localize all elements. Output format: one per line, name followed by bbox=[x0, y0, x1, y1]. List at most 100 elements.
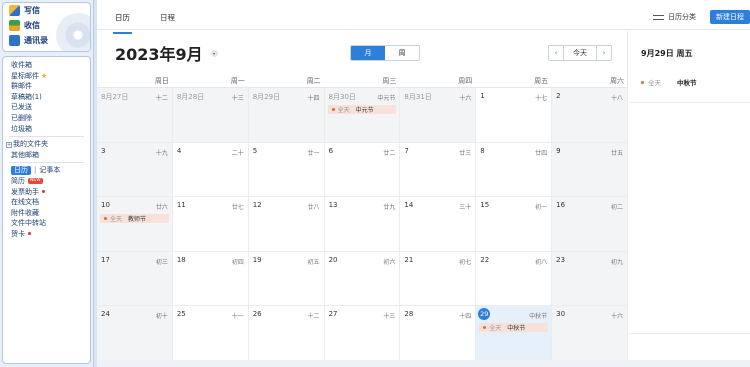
lunar-date: 二十 bbox=[231, 149, 244, 157]
app-resume[interactable]: 简历 NEW bbox=[3, 176, 90, 187]
calendar-event[interactable]: 全天 中秋节 bbox=[479, 323, 549, 333]
notes-link[interactable]: 记事本 bbox=[39, 165, 60, 176]
day-number: 28 bbox=[404, 310, 414, 319]
view-month-button[interactable]: 月 bbox=[351, 46, 385, 60]
day-cell[interactable]: 2 十八 bbox=[552, 88, 628, 143]
day-cell[interactable]: 26 十二 bbox=[248, 306, 325, 361]
day-cell[interactable]: 10 廿六 全天 教师节 bbox=[97, 197, 173, 252]
lunar-date: 十二 bbox=[155, 95, 168, 102]
lunar-date: 初五 bbox=[307, 258, 320, 266]
weekday-label: 周日 bbox=[154, 77, 169, 85]
folder-spam[interactable]: 垃圾箱 bbox=[3, 124, 90, 135]
lunar-date: 廿三 bbox=[459, 149, 472, 157]
other-mailboxes[interactable]: 其他邮箱 bbox=[3, 150, 90, 161]
view-toggle: 月 周 bbox=[350, 45, 420, 61]
day-cell[interactable]: 8月30日 中元节 全天 中元节 bbox=[324, 88, 401, 143]
contacts-icon bbox=[9, 35, 20, 46]
tab-schedule[interactable]: 日程 bbox=[160, 12, 175, 23]
day-cell[interactable]: 1 十七 bbox=[476, 88, 553, 143]
folder-inbox[interactable]: 收件箱 bbox=[3, 60, 90, 71]
contacts-label: 通讯录 bbox=[24, 36, 48, 45]
calendar-event[interactable]: 全天 中元节 bbox=[327, 105, 397, 114]
my-folders[interactable]: + 我的文件夹 bbox=[3, 139, 90, 150]
event-dot bbox=[483, 326, 487, 330]
prev-month-button[interactable]: ‹ bbox=[549, 46, 563, 60]
day-cell[interactable]: 3 十九 bbox=[97, 142, 173, 198]
calendar-category-button[interactable]: 日历分类 bbox=[653, 12, 696, 22]
day-cell[interactable]: 5 廿一 bbox=[248, 142, 325, 198]
day-number: 30 bbox=[556, 310, 566, 319]
app-online-docs[interactable]: 在线文档 bbox=[3, 197, 90, 208]
day-cell[interactable]: 15 初一 bbox=[476, 197, 553, 252]
day-cell[interactable]: 27 十三 bbox=[324, 306, 401, 361]
view-week-button[interactable]: 周 bbox=[385, 46, 419, 60]
day-cell[interactable]: 23 初九 bbox=[552, 251, 628, 307]
app-attachments[interactable]: 附件收藏 bbox=[3, 208, 90, 219]
folder-label: 已发送 bbox=[11, 103, 32, 112]
day-cell[interactable]: 6 廿二 bbox=[324, 142, 401, 198]
folder-label: 我的文件夹 bbox=[13, 140, 48, 149]
lunar-date: 十三 bbox=[383, 313, 396, 321]
calendar-event[interactable]: 全天 教师节 bbox=[100, 214, 169, 224]
month-grid: 8月27日 十二 8月28日 十三 8月29日 十四 8月30日 中元节 全天 中元节 8月31日十… bbox=[97, 87, 628, 361]
allday-label: 全天 bbox=[110, 216, 123, 224]
lunar-date: 初四 bbox=[231, 258, 244, 266]
day-cell[interactable]: 21 初七 bbox=[400, 251, 477, 307]
day-number: 21 bbox=[404, 255, 414, 264]
folder-sent[interactable]: 已发送 bbox=[3, 102, 90, 113]
day-cell[interactable]: 8月31日 十六 bbox=[400, 88, 477, 143]
day-cell-today[interactable]: 29 中秋节 全天 中秋节 bbox=[476, 306, 553, 361]
app-greeting-card[interactable]: 贺卡 bbox=[3, 229, 90, 240]
day-cell[interactable]: 8 廿四 bbox=[476, 142, 553, 198]
lunar-date: 初七 bbox=[459, 258, 472, 266]
app-invoice[interactable]: 发票助手 bbox=[3, 187, 90, 198]
folder-drafts[interactable]: 草稿箱(1) bbox=[3, 92, 90, 103]
side-event[interactable]: 全天 中秋节 bbox=[641, 77, 697, 87]
day-cell[interactable]: 8月27日 十二 bbox=[97, 88, 173, 143]
next-month-button[interactable]: › bbox=[597, 46, 611, 60]
day-cell[interactable]: 19 初五 bbox=[248, 251, 325, 307]
day-cell[interactable]: 8月28日 十三 bbox=[172, 88, 249, 143]
lunar-date: 廿七 bbox=[231, 204, 244, 212]
lunar-date: 初十 bbox=[155, 313, 168, 321]
lunar-date: 中秋节 bbox=[529, 313, 548, 321]
expand-icon[interactable]: + bbox=[6, 142, 12, 149]
day-cell[interactable]: 12 廿八 bbox=[248, 197, 325, 252]
folder-label: 收件箱 bbox=[11, 61, 32, 69]
lunar-date: 十四 bbox=[459, 313, 472, 321]
day-cell[interactable]: 30 十六 bbox=[552, 306, 628, 361]
day-cell[interactable]: 7 廿三 bbox=[400, 142, 477, 198]
day-number: 27 bbox=[328, 310, 338, 319]
day-cell[interactable]: 24 初十 bbox=[97, 306, 173, 361]
app-label: 在线文档 bbox=[11, 198, 39, 207]
day-cell[interactable]: 4 二十 bbox=[172, 142, 249, 198]
day-cell[interactable]: 16 初二 bbox=[552, 197, 628, 252]
folder-group-mail[interactable]: 群邮件 bbox=[3, 81, 90, 92]
folder-deleted[interactable]: 已删除 bbox=[3, 113, 90, 124]
day-cell[interactable]: 28 十四 bbox=[400, 306, 477, 361]
calendar-link[interactable]: 日历 bbox=[11, 166, 31, 176]
day-cell[interactable]: 8月29日 十四 bbox=[248, 88, 325, 143]
day-cell[interactable]: 17 初三 bbox=[97, 251, 173, 307]
tab-calendar[interactable]: 日历 bbox=[113, 12, 132, 34]
horizontal-scrollbar[interactable] bbox=[97, 360, 750, 367]
day-cell[interactable]: 18 初四 bbox=[172, 251, 249, 307]
lunar-date: 十二 bbox=[307, 313, 320, 321]
day-cell[interactable]: 25 十一 bbox=[172, 306, 249, 361]
folder-starred[interactable]: 星标邮件 ★ bbox=[3, 71, 90, 82]
day-number: 8月29日 bbox=[252, 93, 281, 101]
day-cell[interactable]: 22 初八 bbox=[476, 251, 553, 307]
day-cell[interactable]: 9 廿五 bbox=[552, 142, 628, 198]
new-event-button[interactable]: 新建日程 bbox=[710, 10, 750, 24]
day-cell[interactable]: 14 三十 bbox=[400, 197, 477, 252]
receive-label: 收信 bbox=[24, 21, 40, 30]
event-dot bbox=[331, 108, 335, 111]
day-number: 17 bbox=[101, 255, 110, 264]
day-number: 11 bbox=[176, 201, 186, 210]
today-button[interactable]: 今天 bbox=[563, 46, 597, 60]
day-cell[interactable]: 20 初六 bbox=[324, 251, 401, 307]
app-file-transfer[interactable]: 文件中转站 bbox=[3, 218, 90, 229]
chevron-down-icon[interactable] bbox=[211, 50, 218, 57]
day-cell[interactable]: 13 廿九 bbox=[324, 197, 401, 252]
day-cell[interactable]: 11 廿七 bbox=[172, 197, 249, 252]
